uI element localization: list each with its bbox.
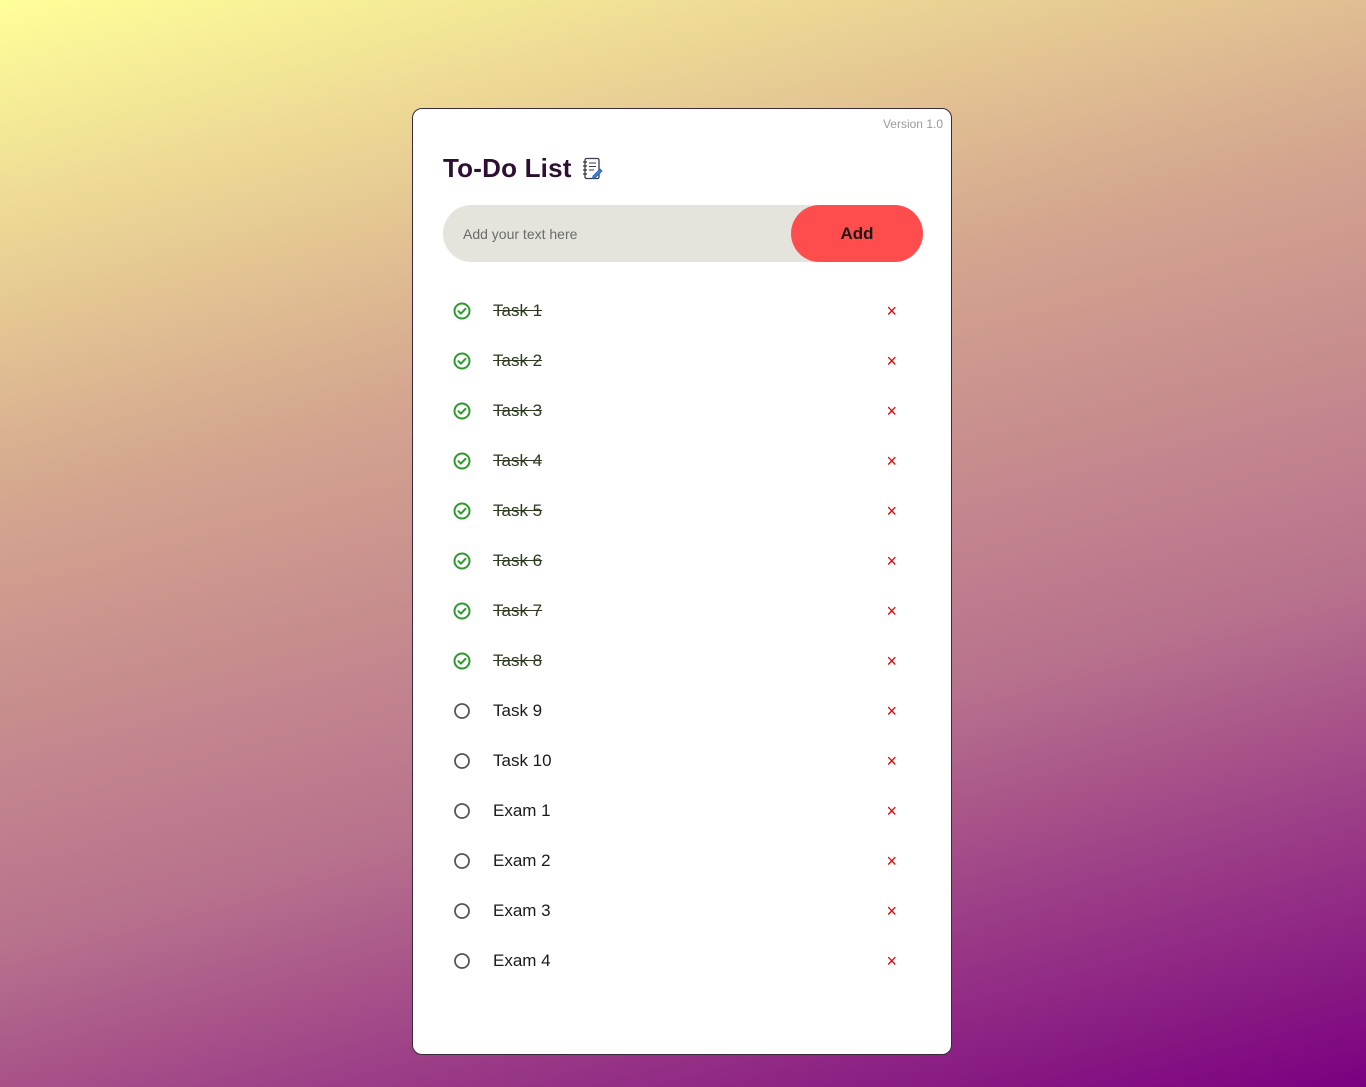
page-title: To-Do List	[443, 153, 572, 183]
delete-icon[interactable]: ×	[886, 652, 897, 670]
delete-icon[interactable]: ×	[886, 852, 897, 870]
checked-circle-icon[interactable]	[452, 351, 472, 371]
task-item[interactable]: Task 4 ×	[443, 436, 923, 486]
task-text: Task 4	[493, 451, 543, 470]
unchecked-circle-icon[interactable]	[452, 701, 472, 721]
unchecked-circle-icon[interactable]	[452, 901, 472, 921]
delete-icon[interactable]: ×	[886, 352, 897, 370]
task-item[interactable]: Task 10 ×	[443, 736, 923, 786]
checked-circle-icon[interactable]	[452, 501, 472, 521]
task-item[interactable]: Task 3 ×	[443, 386, 923, 436]
version-label: Version 1.0	[882, 117, 943, 131]
task-text: Exam 2	[493, 851, 551, 870]
task-text: Task 1	[493, 301, 543, 320]
checked-circle-icon[interactable]	[452, 301, 472, 321]
delete-icon[interactable]: ×	[886, 602, 897, 620]
task-text: Task 8	[493, 651, 543, 670]
header: To-Do List	[443, 153, 604, 184]
delete-icon[interactable]: ×	[886, 502, 897, 520]
task-text: Task 5	[493, 501, 543, 520]
task-item[interactable]: Task 2 ×	[443, 336, 923, 386]
todo-app-card: Version 1.0 To-Do List Add Task 1×Task 2…	[412, 108, 952, 1055]
task-text: Task 3	[493, 401, 543, 420]
task-list: Task 1 × Task 2 × Task 3 × Task 4 × Task 5 × Task …	[443, 286, 923, 986]
task-text: Task 6	[493, 551, 543, 570]
delete-icon[interactable]: ×	[886, 302, 897, 320]
task-text: Task 7	[493, 601, 543, 620]
add-task-bar: Add	[443, 204, 923, 263]
checked-circle-icon[interactable]	[452, 451, 472, 471]
task-item[interactable]: Task 6 ×	[443, 536, 923, 586]
delete-icon[interactable]: ×	[886, 552, 897, 570]
checked-circle-icon[interactable]	[452, 601, 472, 621]
delete-icon[interactable]: ×	[886, 702, 897, 720]
task-item[interactable]: Exam 2 ×	[443, 836, 923, 886]
task-text: Task 9	[493, 701, 543, 720]
delete-icon[interactable]: ×	[886, 802, 897, 820]
unchecked-circle-icon[interactable]	[452, 851, 472, 871]
task-text: Task 2	[493, 351, 543, 370]
delete-icon[interactable]: ×	[886, 452, 897, 470]
task-item[interactable]: Exam 1 ×	[443, 786, 923, 836]
task-item[interactable]: Task 9 ×	[443, 686, 923, 736]
task-text: Exam 4	[493, 951, 551, 970]
checked-circle-icon[interactable]	[452, 401, 472, 421]
task-item[interactable]: Task 5 ×	[443, 486, 923, 536]
task-text: Exam 1	[493, 801, 551, 820]
delete-icon[interactable]: ×	[886, 902, 897, 920]
unchecked-circle-icon[interactable]	[452, 951, 472, 971]
notebook-icon	[582, 157, 604, 181]
delete-icon[interactable]: ×	[886, 402, 897, 420]
task-text: Exam 3	[493, 901, 551, 920]
unchecked-circle-icon[interactable]	[452, 751, 472, 771]
task-item[interactable]: Exam 3 ×	[443, 886, 923, 936]
checked-circle-icon[interactable]	[452, 551, 472, 571]
task-item[interactable]: Task 7 ×	[443, 586, 923, 636]
unchecked-circle-icon[interactable]	[452, 801, 472, 821]
task-item[interactable]: Task 1 ×	[443, 286, 923, 336]
task-text: Task 10	[493, 751, 552, 770]
checked-circle-icon[interactable]	[452, 651, 472, 671]
task-input[interactable]	[443, 204, 791, 263]
delete-icon[interactable]: ×	[886, 952, 897, 970]
task-item[interactable]: Exam 4 ×	[443, 936, 923, 986]
task-item[interactable]: Task 8 ×	[443, 636, 923, 686]
add-button[interactable]: Add	[791, 205, 923, 262]
delete-icon[interactable]: ×	[886, 752, 897, 770]
